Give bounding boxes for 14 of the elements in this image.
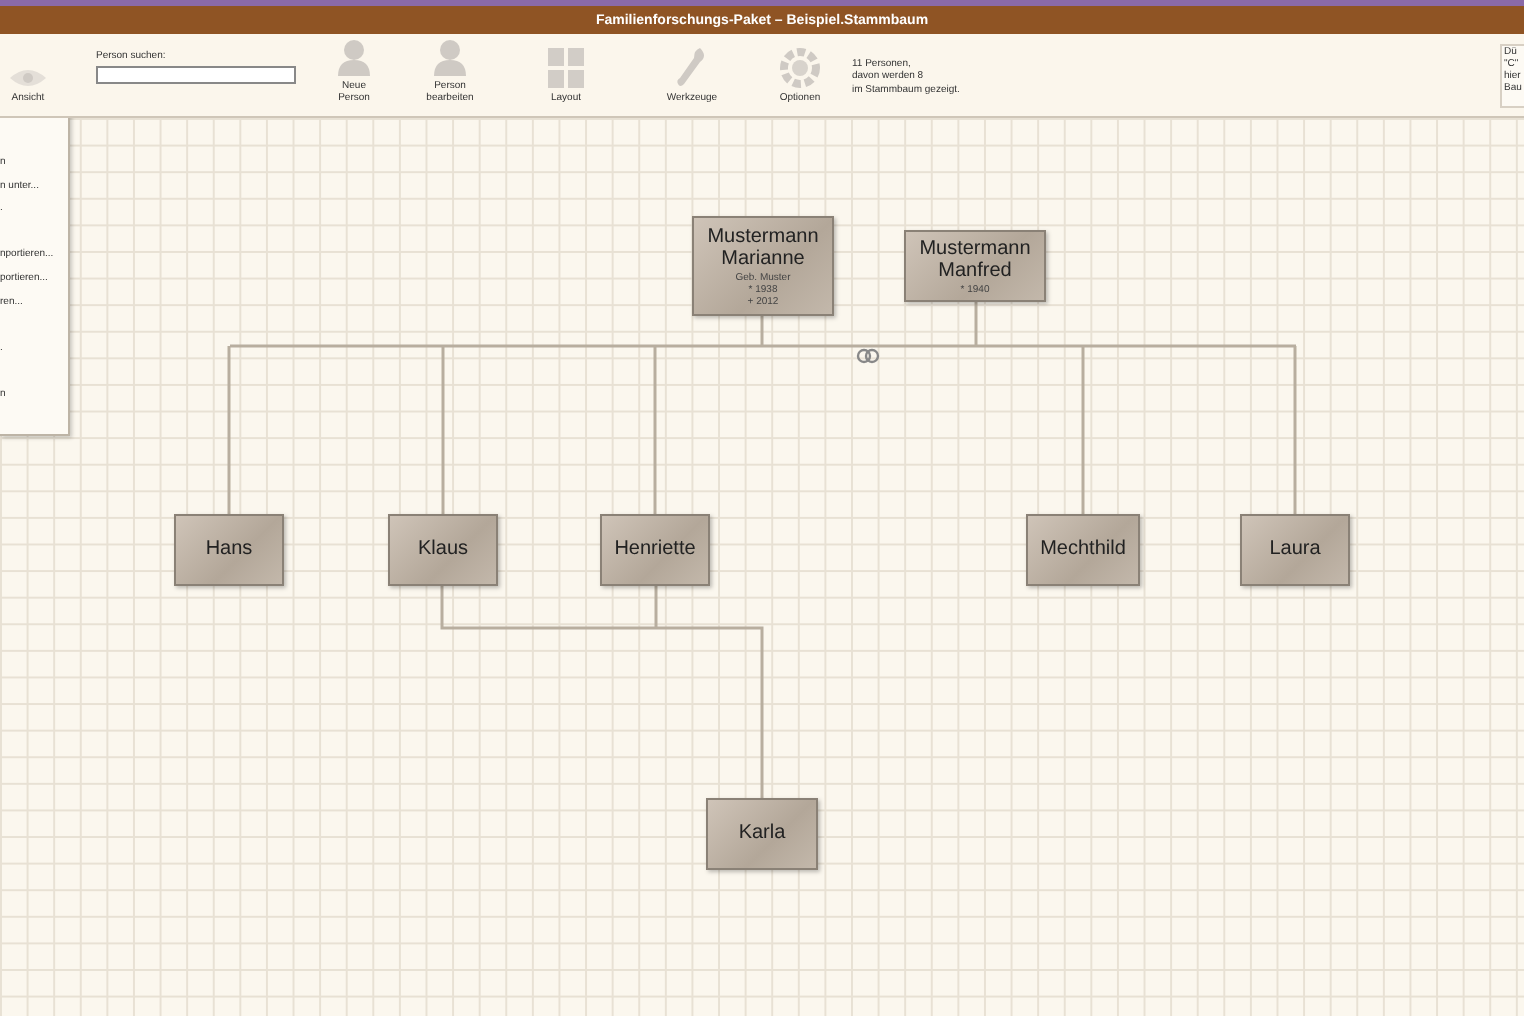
person-icon [434, 40, 466, 76]
gear-icon [780, 48, 820, 88]
person-icon [338, 40, 370, 76]
eye-icon [10, 68, 46, 88]
person-card[interactable]: Laura [1240, 514, 1350, 586]
person-card[interactable]: Karla [706, 798, 818, 870]
wrench-icon [676, 48, 708, 88]
person-card[interactable]: Hans [174, 514, 284, 586]
person-card[interactable]: Henriette [600, 514, 710, 586]
rings-icon [856, 348, 880, 364]
search-field[interactable] [96, 66, 296, 84]
person-card[interactable]: Klaus [388, 514, 498, 586]
person-card[interactable]: Mechthild [1026, 514, 1140, 586]
grid-icon [548, 48, 584, 88]
